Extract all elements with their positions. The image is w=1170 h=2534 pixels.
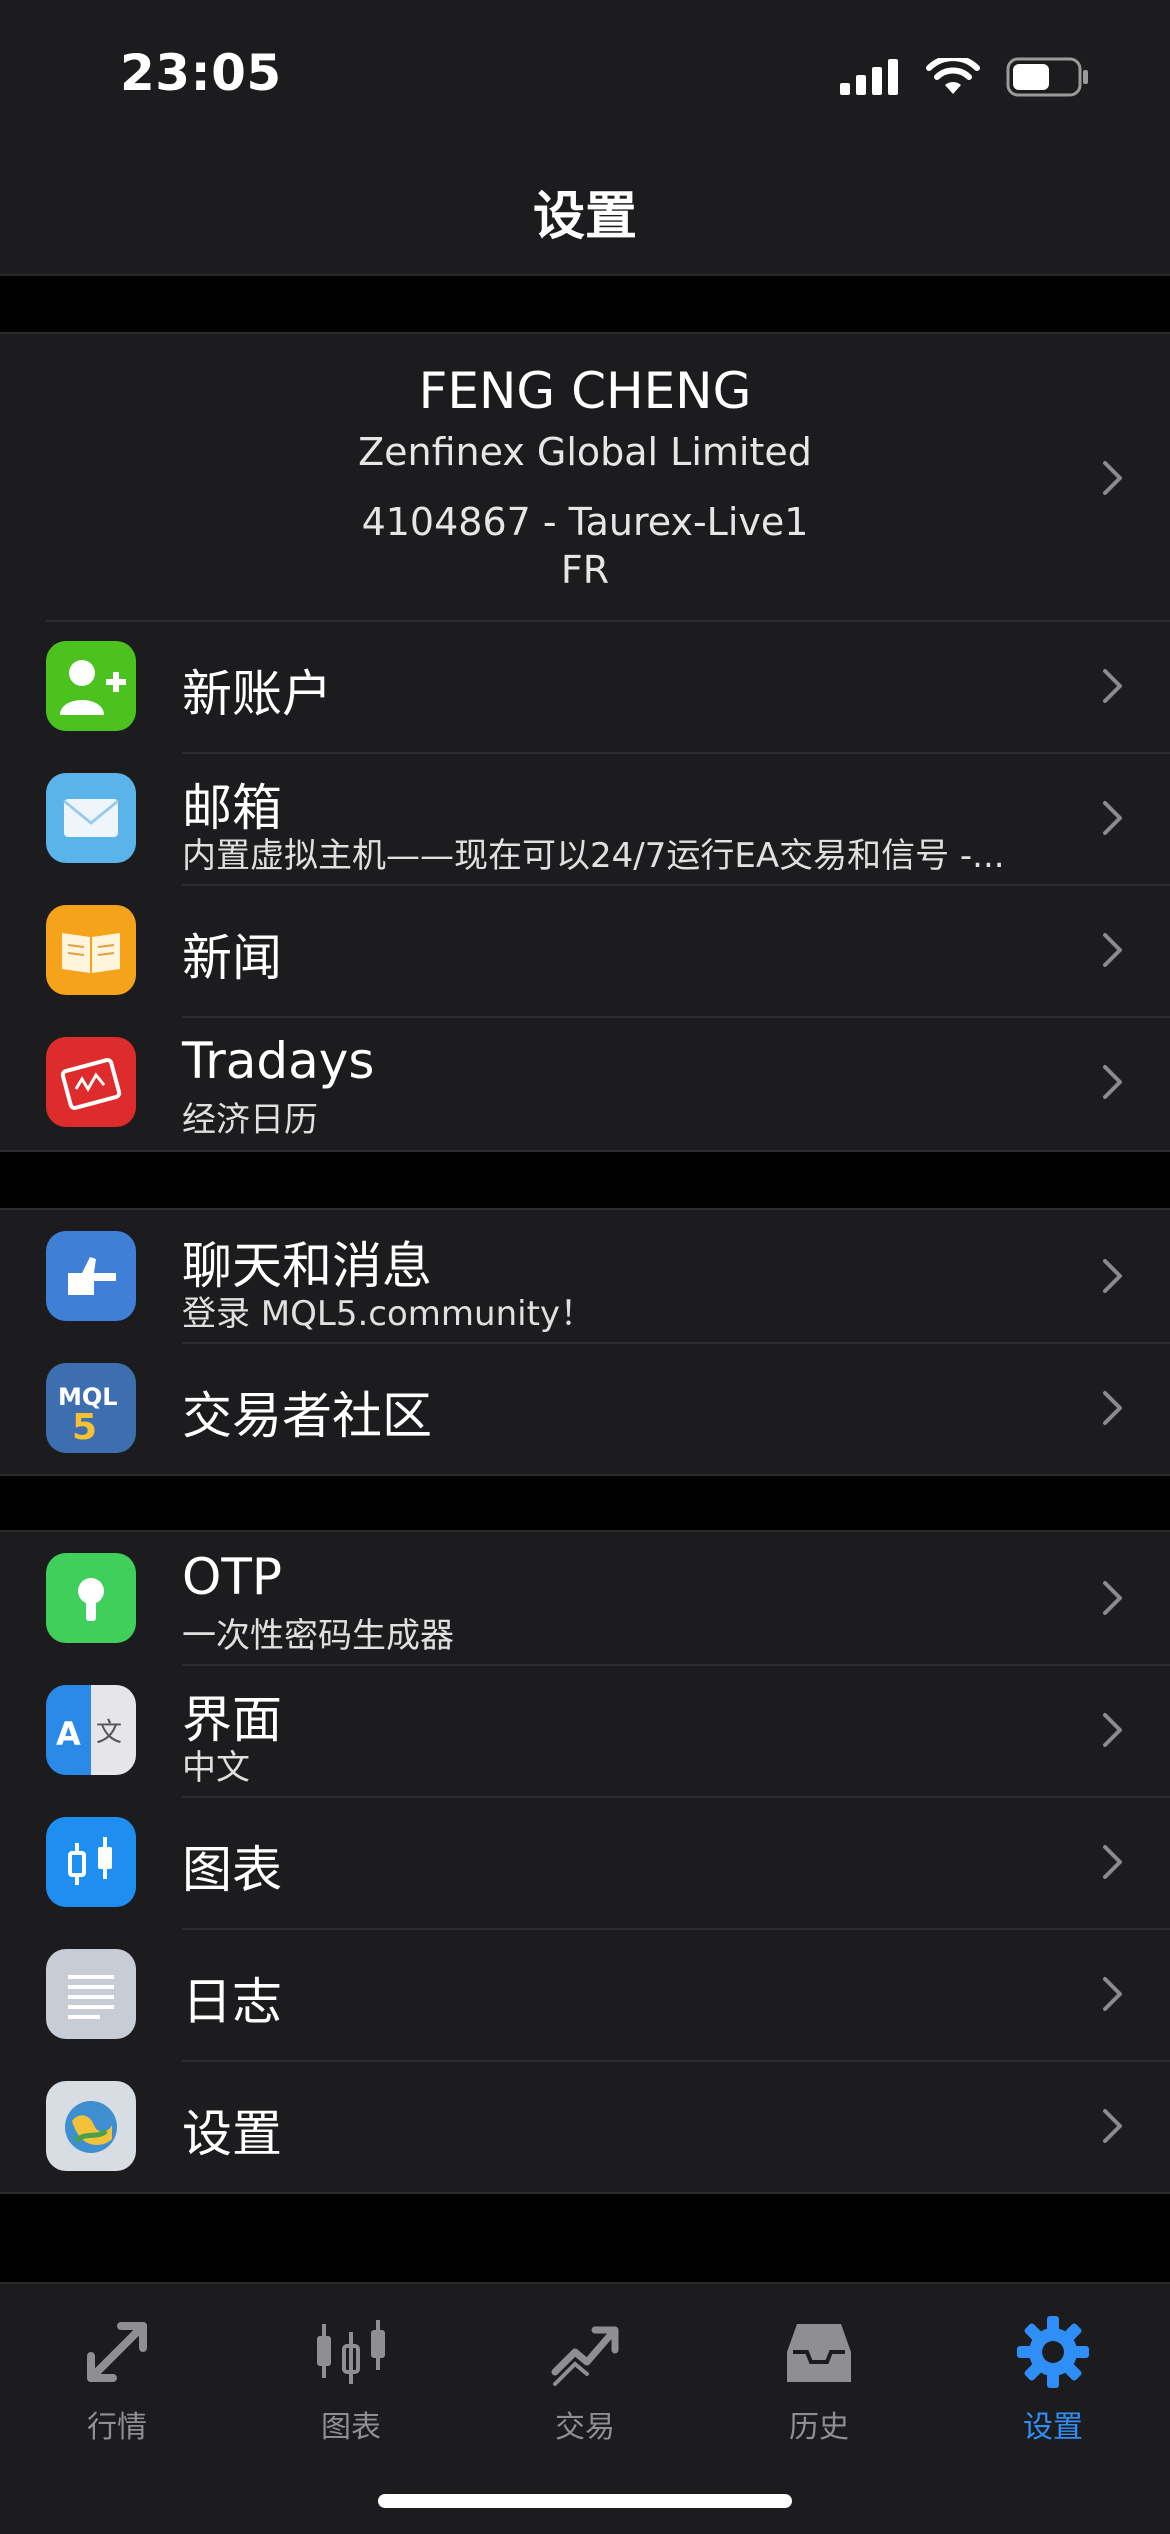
status-icons — [840, 52, 1090, 102]
svg-text:5: 5 — [72, 1407, 97, 1448]
chevron-right-icon — [1103, 1259, 1122, 1293]
divider — [182, 884, 1170, 886]
tab-trade[interactable]: 交易 — [468, 2302, 702, 2452]
menu-item-news[interactable]: 新闻 — [0, 884, 1170, 1016]
language-icon: A文 — [46, 1685, 136, 1775]
chat-hand-icon — [46, 1231, 136, 1321]
tab-chart[interactable]: 图表 — [234, 2302, 468, 2452]
tab-label: 历史 — [789, 2410, 849, 2445]
divider — [182, 1928, 1170, 1930]
chevron-right-icon — [1103, 1581, 1122, 1615]
mail-icon — [46, 773, 136, 863]
divider — [182, 752, 1170, 754]
menu-item-subtitle: 一次性密码生成器 — [182, 1616, 454, 1656]
divider — [46, 620, 1170, 622]
account-card[interactable]: FENG CHENG Zenfinex Global Limited 41048… — [0, 334, 1170, 620]
menu-item-label: 设置 — [182, 2105, 282, 2163]
menu-item-label: 日志 — [182, 1973, 282, 2031]
battery-icon — [1006, 57, 1088, 97]
navigation-bar: 设置 — [0, 150, 1170, 276]
account-name: FENG CHENG — [418, 362, 752, 420]
menu-item-label: 交易者社区 — [182, 1387, 432, 1445]
candlestick-icon — [46, 1817, 136, 1907]
new-account-icon — [46, 641, 136, 731]
chart-icon — [317, 2320, 385, 2384]
chevron-right-icon — [1103, 669, 1122, 703]
chevron-right-icon — [1103, 1713, 1122, 1747]
tab-label: 图表 — [321, 2410, 381, 2445]
svg-text:A: A — [56, 1715, 81, 1753]
cellular-signal-icon — [840, 59, 898, 95]
chevron-right-icon — [1103, 1065, 1122, 1099]
menu-item-subtitle: 登录 MQL5.community！ — [182, 1294, 595, 1334]
menu-item-community[interactable]: MQL 5 交易者社区 — [0, 1342, 1170, 1474]
menu-item-charts[interactable]: 图表 — [0, 1796, 1170, 1928]
journal-icon — [46, 1949, 136, 2039]
menu-item-label: 新闻 — [182, 929, 282, 987]
status-time: 23:05 — [120, 44, 282, 102]
metatrader-globe-icon — [46, 2081, 136, 2171]
tab-history[interactable]: 历史 — [702, 2302, 936, 2452]
menu-item-new-account[interactable]: 新账户 — [0, 620, 1170, 752]
chevron-right-icon — [1103, 2109, 1122, 2143]
divider — [182, 1664, 1170, 1666]
otp-key-icon — [46, 1553, 136, 1643]
divider — [182, 1796, 1170, 1798]
section-preferences: OTP 一次性密码生成器 A文 界面 中文 图表 日志 设置 — [0, 1530, 1170, 2194]
account-server: FR — [560, 548, 610, 592]
menu-item-otp[interactable]: OTP 一次性密码生成器 — [0, 1532, 1170, 1664]
settings-gear-icon — [1017, 2316, 1089, 2388]
menu-item-chat[interactable]: 聊天和消息 登录 MQL5.community！ — [0, 1210, 1170, 1342]
menu-item-mailbox[interactable]: 邮箱 内置虚拟主机——现在可以24/7运行EA交易和信号 -... — [0, 752, 1170, 884]
chevron-right-icon — [1103, 461, 1122, 495]
wifi-icon — [926, 58, 980, 94]
menu-item-subtitle: 中文 — [182, 1748, 250, 1788]
tab-quotes[interactable]: 行情 — [0, 2302, 234, 2452]
news-book-icon — [46, 905, 136, 995]
account-company: Zenfinex Global Limited — [358, 430, 812, 474]
chevron-right-icon — [1103, 1391, 1122, 1425]
chevron-right-icon — [1103, 1977, 1122, 2011]
menu-item-journal[interactable]: 日志 — [0, 1928, 1170, 2060]
menu-item-subtitle: 经济日历 — [182, 1100, 318, 1140]
chevron-right-icon — [1103, 801, 1122, 835]
calendar-icon — [46, 1037, 136, 1127]
menu-item-settings[interactable]: 设置 — [0, 2060, 1170, 2192]
divider — [182, 1342, 1170, 1344]
history-icon — [787, 2324, 851, 2382]
tab-label: 行情 — [87, 2410, 147, 2445]
tab-label: 交易 — [555, 2410, 615, 2445]
divider — [182, 2060, 1170, 2062]
menu-item-label: 新账户 — [182, 665, 332, 723]
section-community: 聊天和消息 登录 MQL5.community！ MQL 5 交易者社区 — [0, 1208, 1170, 1476]
section-account: FENG CHENG Zenfinex Global Limited 41048… — [0, 332, 1170, 1152]
menu-item-subtitle: 内置虚拟主机——现在可以24/7运行EA交易和信号 -... — [182, 836, 1005, 876]
chevron-right-icon — [1103, 1845, 1122, 1879]
home-indicator[interactable] — [378, 2494, 792, 2508]
menu-item-label: Tradays — [182, 1032, 375, 1090]
svg-text:文: 文 — [96, 1718, 122, 1748]
menu-item-label: 图表 — [182, 1841, 282, 1899]
divider — [182, 1016, 1170, 1018]
status-bar: 23:05 — [0, 0, 1170, 150]
menu-item-tradays[interactable]: Tradays 经济日历 — [0, 1016, 1170, 1148]
tab-settings[interactable]: 设置 — [936, 2302, 1170, 2452]
mql5-icon: MQL 5 — [46, 1363, 136, 1453]
account-number: 4104867 - Taurex-Live1 — [361, 500, 809, 544]
menu-item-label: OTP — [182, 1548, 283, 1606]
tab-label: 设置 — [1023, 2410, 1083, 2445]
chevron-right-icon — [1103, 933, 1122, 967]
menu-item-interface[interactable]: A文 界面 中文 — [0, 1664, 1170, 1796]
trade-icon — [551, 2326, 619, 2386]
page-title: 设置 — [532, 187, 637, 247]
quotes-icon — [87, 2322, 147, 2382]
